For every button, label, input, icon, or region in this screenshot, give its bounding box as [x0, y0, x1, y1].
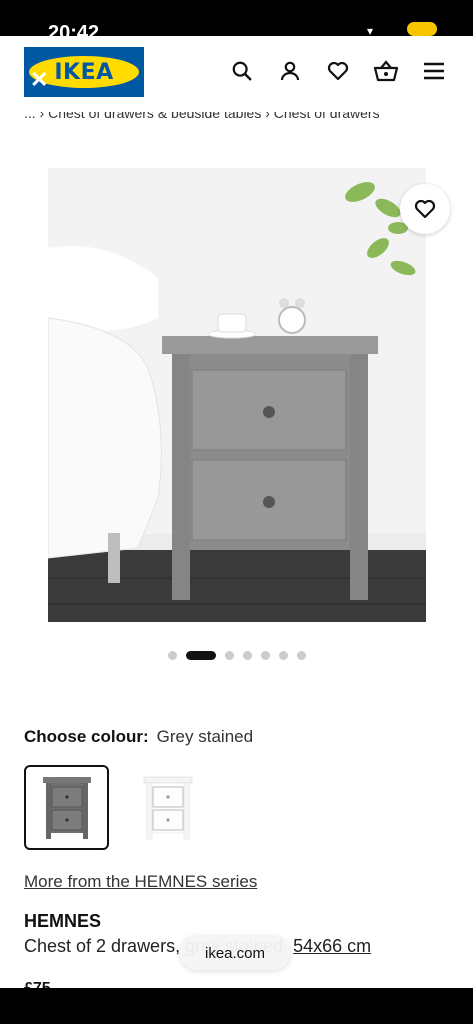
gallery-dot-active[interactable] [185, 651, 216, 660]
close-icon[interactable]: ✕ [30, 69, 48, 91]
heart-icon [414, 199, 436, 219]
product-dimensions-link[interactable]: 54x66 cm [293, 936, 371, 956]
shopping-basket-icon[interactable] [371, 56, 401, 86]
wifi-icon: ▾ [366, 24, 373, 36]
gallery-dot[interactable] [278, 651, 288, 660]
series-link[interactable]: More from the HEMNES series [24, 872, 257, 892]
bottom-bar [0, 988, 473, 1024]
colour-selector-label: Choose colour: Grey stained [24, 727, 253, 747]
menu-icon[interactable] [419, 56, 449, 86]
gallery-dot[interactable] [224, 651, 234, 660]
gallery-pagination [0, 651, 473, 660]
wishlist-heart-icon[interactable] [323, 56, 353, 86]
colour-value: Grey stained [156, 727, 254, 746]
gallery-dot[interactable] [260, 651, 270, 660]
product-name: HEMNES [24, 911, 102, 931]
page: IKEA ✕ ... › Chest of drawers & bedside … [0, 36, 473, 988]
add-to-wishlist-button[interactable] [400, 184, 450, 234]
breadcrumb-text[interactable]: ... › Chest of drawers & bedside tables … [24, 112, 380, 121]
product-image[interactable] [48, 168, 426, 622]
breadcrumb[interactable]: ... › Chest of drawers & bedside tables … [24, 112, 444, 128]
colour-swatches [24, 765, 210, 850]
status-time: 20:42 [48, 22, 100, 36]
swatch-grey-stained[interactable] [24, 765, 109, 850]
product-price: £75 [24, 980, 51, 988]
browser-url-pill[interactable]: ikea.com [180, 936, 290, 970]
site-header: IKEA ✕ [0, 36, 473, 108]
battery-icon [407, 22, 437, 36]
swatch-white[interactable] [125, 765, 210, 850]
account-icon[interactable] [275, 56, 305, 86]
gallery-dot[interactable] [296, 651, 306, 660]
colour-label: Choose colour: [24, 727, 149, 746]
search-icon[interactable] [227, 56, 257, 86]
gallery-dot[interactable] [242, 651, 252, 660]
ikea-logo[interactable]: IKEA ✕ [24, 47, 144, 97]
gallery-dot[interactable] [167, 651, 177, 660]
browser-url[interactable]: ikea.com [205, 945, 265, 962]
status-bar: 20:42 ▾ [0, 0, 473, 36]
